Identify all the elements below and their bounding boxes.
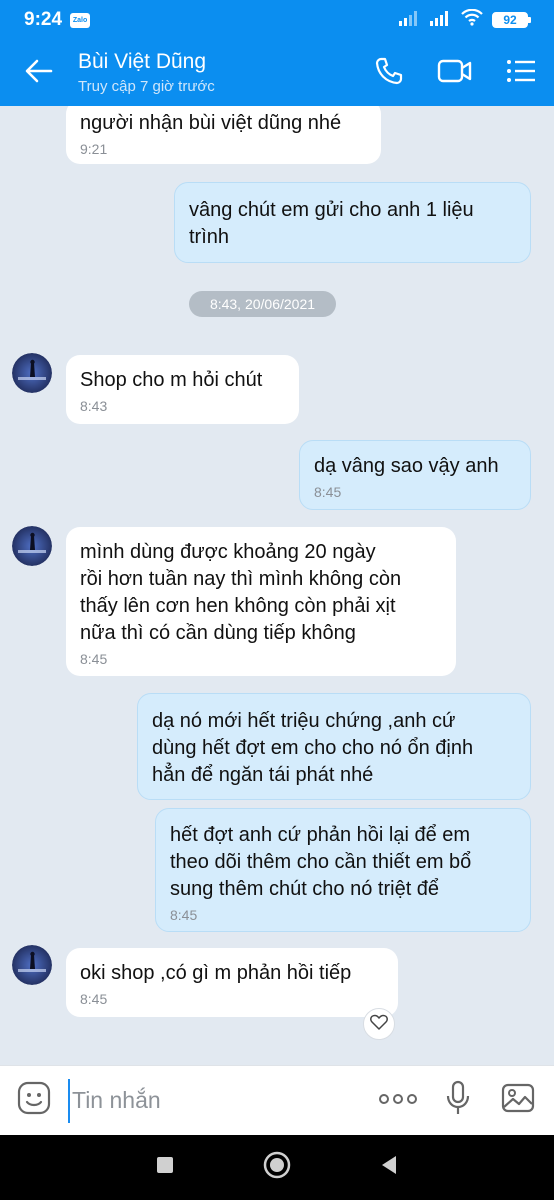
message-text: mình dùng được khoảng 20 ngày rồi hơn tu…: [80, 541, 402, 644]
message-time: 8:45: [314, 484, 342, 500]
avatar[interactable]: [12, 945, 52, 985]
message-text: dạ nó mới hết triệu chứng ,anh cứ dùng h…: [152, 710, 474, 786]
home-button[interactable]: [221, 1135, 333, 1200]
last-seen-status: Truy cập 7 giờ trước: [78, 78, 215, 95]
back-triangle-icon: [380, 1155, 398, 1180]
date-separator: 8:43, 20/06/2021: [189, 291, 336, 317]
microphone-icon: [446, 1080, 470, 1121]
message-text: oki shop ,có gì m phản hồi tiếp: [80, 962, 352, 984]
signal-icon-2: [430, 10, 452, 31]
zalo-notification-icon: Zalo: [70, 12, 91, 28]
message-text: dạ vâng sao vậy anh: [314, 455, 499, 477]
contact-name: Bùi Việt Dũng: [78, 50, 207, 73]
message-text: vâng chút em gửi cho anh 1 liệu trình: [189, 199, 474, 248]
message-time: 8:45: [80, 651, 108, 667]
status-time: 9:24: [24, 9, 63, 30]
signal-icon: [399, 10, 421, 31]
chat-messages[interactable]: người nhận bùi việt dũng nhé 9:21 vâng c…: [0, 106, 554, 1065]
video-call-icon: [437, 58, 473, 89]
sticker-emoji-icon: [17, 1081, 51, 1120]
message-time: 8:43: [80, 398, 108, 414]
message-composer: [0, 1065, 554, 1135]
heart-icon: [370, 1014, 388, 1035]
message-time: 8:45: [170, 907, 198, 923]
video-call-button[interactable]: [422, 40, 488, 106]
status-bar: 9:24 Zalo 92: [0, 0, 554, 40]
voice-record-button[interactable]: [428, 1066, 488, 1136]
message-text: hết đợt anh cứ phản hồi lại để em theo d…: [170, 824, 472, 900]
message-input[interactable]: [68, 1078, 368, 1123]
home-circle-icon: [263, 1151, 291, 1184]
message-bubble-outgoing[interactable]: vâng chút em gửi cho anh 1 liệu trình: [174, 182, 531, 263]
wifi-icon: [461, 8, 483, 31]
battery-icon: 92: [492, 12, 531, 28]
message-time: 8:45: [80, 991, 108, 1007]
menu-icon: [506, 59, 536, 88]
more-options-button[interactable]: [368, 1066, 428, 1136]
message-bubble-outgoing[interactable]: dạ nó mới hết triệu chứng ,anh cứ dùng h…: [137, 693, 531, 800]
reaction-button[interactable]: [363, 1008, 395, 1040]
message-bubble-incoming[interactable]: oki shop ,có gì m phản hồi tiếp 8:45: [66, 948, 398, 1017]
message-bubble-outgoing[interactable]: dạ vâng sao vậy anh 8:45: [299, 440, 531, 510]
more-dots-icon: [378, 1092, 418, 1110]
message-bubble-incoming[interactable]: Shop cho m hỏi chút 8:43: [66, 355, 299, 424]
message-text: người nhận bùi việt dũng nhé: [80, 112, 342, 134]
square-icon: [156, 1156, 174, 1179]
message-bubble-incoming[interactable]: người nhận bùi việt dũng nhé 9:21: [66, 106, 381, 164]
message-time: 9:21: [80, 141, 108, 157]
status-icons: 92: [399, 8, 531, 31]
recent-apps-button[interactable]: [109, 1135, 221, 1200]
back-nav-button[interactable]: [333, 1135, 445, 1200]
system-navigation-bar: [0, 1135, 554, 1200]
phone-icon: [374, 56, 404, 91]
header-actions: [356, 40, 554, 106]
contact-info[interactable]: Bùi Việt Dũng Truy cập 7 giờ trước: [78, 49, 356, 97]
avatar[interactable]: [12, 353, 52, 393]
send-image-button[interactable]: [488, 1066, 548, 1136]
back-button[interactable]: [0, 40, 78, 106]
avatar[interactable]: [12, 526, 52, 566]
image-gallery-icon: [501, 1083, 535, 1118]
message-text: Shop cho m hỏi chút: [80, 369, 263, 391]
chat-header: Bùi Việt Dũng Truy cập 7 giờ trước: [0, 40, 554, 106]
message-bubble-outgoing[interactable]: hết đợt anh cứ phản hồi lại để em theo d…: [155, 808, 531, 932]
emoji-button[interactable]: [0, 1066, 68, 1136]
message-bubble-incoming[interactable]: mình dùng được khoảng 20 ngày rồi hơn tu…: [66, 527, 456, 676]
options-menu-button[interactable]: [488, 40, 554, 106]
back-arrow-icon: [25, 59, 53, 88]
voice-call-button[interactable]: [356, 40, 422, 106]
